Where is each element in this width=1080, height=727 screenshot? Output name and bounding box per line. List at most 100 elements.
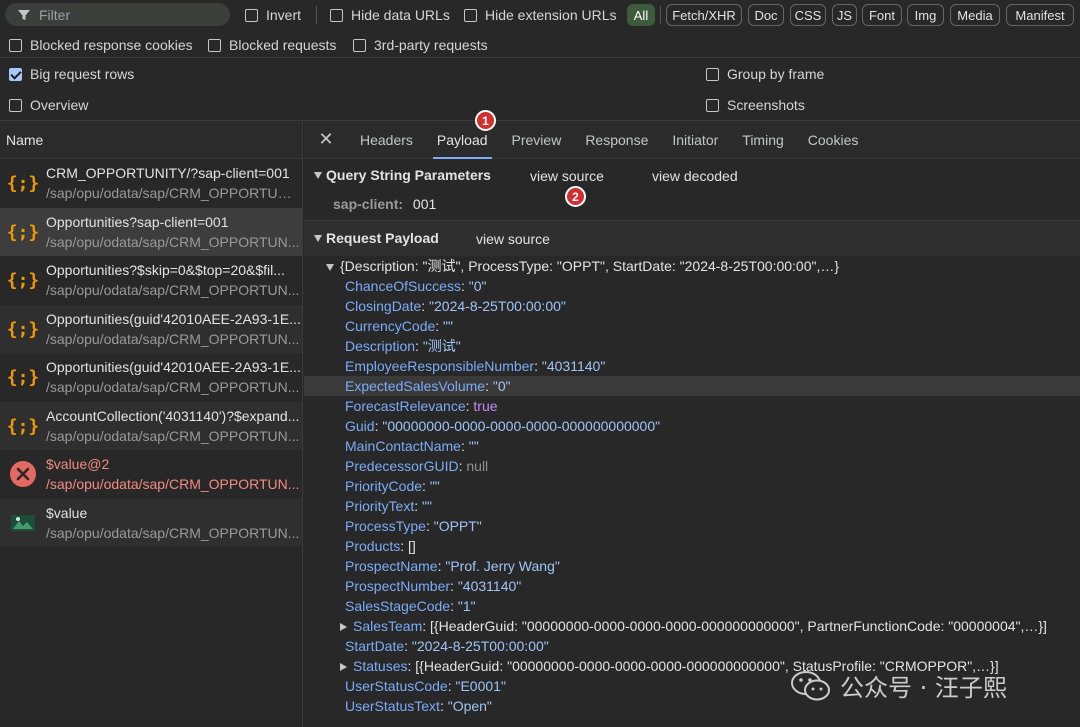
payload-key: EmployeeResponsibleNumber [345,358,535,374]
request-payload-section-header[interactable]: Request Payload [314,230,1080,246]
payload-key: MainContactName [345,438,461,454]
tab-headers[interactable]: Headers [348,121,425,159]
svg-text:{;}: {;} [8,222,38,243]
payload-value: null [466,458,489,474]
request-name: CRM_OPPORTUNITY/?sap-client=001 [46,165,290,182]
query-view-decoded-link[interactable]: view decoded [652,168,738,184]
big-request-rows-label: Big request rows [30,66,135,82]
payload-key: Statuses [353,658,408,674]
blocked-requests-checkbox[interactable]: Blocked requests [208,37,336,53]
payload-key: SalesStageCode [345,598,451,614]
payload-key: ProspectNumber [345,578,451,594]
request-row[interactable]: {;} CRM_OPPORTUNITY/?sap-client=001/sap/… [0,159,302,208]
query-param-key: sap-client: [333,196,404,212]
payload-key: PriorityText [345,498,415,514]
request-name: Opportunities?$skip=0&$top=20&$fil... [46,262,285,279]
request-name: Opportunities(guid'42010AEE-2A93-1E... [46,359,301,376]
expand-triangle-icon [314,171,322,179]
request-name: Opportunities(guid'42010AEE-2A93-1E... [46,310,301,327]
query-string-title: Query String Parameters [326,167,491,183]
third-party-requests-checkbox[interactable]: 3rd-party requests [353,37,488,53]
tab-initiator[interactable]: Initiator [660,121,730,159]
payload-field-employeeresponsiblenumber: EmployeeResponsibleNumber: "4031140" [345,358,606,374]
payload-field-forecastrelevance: ForecastRelevance: true [345,398,498,414]
payload-field-processtype: ProcessType: "OPPT" [345,518,482,534]
payload-root-object[interactable]: {Description: "测试", ProcessType: "OPPT",… [326,256,1056,276]
request-row-selected[interactable]: {;} Opportunities?sap-client=001/sap/opu… [0,207,302,256]
payload-value: "测试" [422,338,461,354]
type-filter-fetch-xhr[interactable]: Fetch/XHR [666,4,742,26]
name-column-header[interactable]: Name [0,121,302,159]
request-row[interactable]: {;} Opportunities?$skip=0&$top=20&$fil..… [0,256,302,305]
payload-key: SalesTeam [353,618,423,634]
payload-field-closingdate: ClosingDate: "2024-8-25T00:00:00" [345,298,566,314]
payload-value: "00000000-0000-0000-0000-000000000000" [382,418,661,434]
payload-field-currencycode: CurrencyCode: "" [345,318,453,334]
tab-preview[interactable]: Preview [500,121,574,159]
request-row[interactable]: {;} Opportunities(guid'42010AEE-2A93-1E.… [0,353,302,402]
type-filter-img[interactable]: Img [907,4,944,26]
type-filter-font[interactable]: Font [862,4,902,26]
request-payload-title: Request Payload [326,230,439,246]
request-path: /sap/opu/odata/sap/CRM_OPPORTUN... [46,330,300,347]
hide-data-urls-checkbox[interactable]: Hide data URLs [330,7,450,23]
tab-timing[interactable]: Timing [730,121,796,159]
invert-checkbox[interactable]: Invert [245,7,301,23]
query-view-source-link[interactable]: view source [530,168,604,184]
request-row[interactable]: {;} AccountCollection('4031140')?$expand… [0,401,302,450]
payload-field-maincontactname: MainContactName: "" [345,438,479,454]
request-path: /sap/opu/odata/sap/CRM_OPPORTUN... [46,233,300,250]
payload-key: Guid [345,418,375,434]
svg-text:{;}: {;} [8,416,38,437]
payload-view-source-link[interactable]: view source [476,231,550,247]
group-by-frame-checkbox[interactable]: Group by frame [706,66,824,82]
request-name: AccountCollection('4031140')?$expand... [46,407,300,424]
filter-input[interactable]: Filter [5,3,230,26]
request-name: Opportunities?sap-client=001 [46,213,229,230]
type-filter-media[interactable]: Media [950,4,1000,26]
close-icon[interactable]: ✕ [304,129,348,150]
type-filter-doc[interactable]: Doc [748,4,784,26]
payload-field-guid: Guid: "00000000-0000-0000-0000-000000000… [345,418,661,434]
payload-value: true [473,398,498,414]
request-row-error[interactable]: $value@2/sap/opu/odata/sap/CRM_OPPORTUN.… [0,450,302,499]
xhr-json-icon: {;} [8,411,38,441]
request-list: Name {;} CRM_OPPORTUNITY/?sap-client=001… [0,121,303,727]
xhr-json-icon: {;} [8,314,38,344]
request-filter-row: Blocked response cookies Blocked request… [0,30,1080,58]
payload-field-prospectnumber: ProspectNumber: "4031140" [345,578,522,594]
payload-field-salesteam[interactable]: SalesTeam: [{HeaderGuid: "00000000-0000-… [340,616,1070,636]
hide-extension-urls-checkbox[interactable]: Hide extension URLs [464,7,617,23]
payload-key: ChanceOfSuccess [345,278,461,294]
collapse-triangle-icon [340,623,347,631]
type-filter-js[interactable]: JS [832,4,857,26]
xhr-json-icon: {;} [8,168,38,198]
payload-value: "" [468,438,479,454]
payload-field-prospectname: ProspectName: "Prof. Jerry Wang" [345,558,560,574]
blocked-response-cookies-checkbox[interactable]: Blocked response cookies [9,37,193,53]
group-by-frame-label: Group by frame [727,66,825,82]
request-row[interactable]: $value/sap/opu/odata/sap/CRM_OPPORTUN... [0,498,302,547]
tab-cookies[interactable]: Cookies [796,121,871,159]
payload-key: Products [345,538,401,554]
screenshots-checkbox[interactable]: Screenshots [706,97,805,113]
request-path: /sap/opu/odata/sap/CRM_OPPORTUN... [46,379,300,396]
payload-summary: {Description: "测试", ProcessType: "OPPT",… [340,258,840,274]
request-path: /sap/opu/odata/sap/CRM_OPPORTUN... [46,282,300,299]
payload-value: "E0001" [455,678,506,694]
request-row[interactable]: {;} Opportunities(guid'42010AEE-2A93-1E.… [0,304,302,353]
type-filter-css[interactable]: CSS [790,4,826,26]
payload-field-expectedsalesvolume: ExpectedSalesVolume: "0" [304,376,1080,396]
wechat-icon [791,670,830,700]
payload-value: "" [422,498,432,514]
payload-field-products: Products: [] [345,538,416,554]
type-filter-manifest[interactable]: Manifest [1006,4,1074,26]
third-party-requests-label: 3rd-party requests [374,37,488,53]
request-detail-panel: ✕ Headers Payload Preview Response Initi… [304,110,1080,727]
type-filter-all[interactable]: All [627,4,655,26]
payload-field-prioritycode: PriorityCode: "" [345,478,440,494]
tab-response[interactable]: Response [573,121,660,159]
overview-checkbox[interactable]: Overview [9,97,88,113]
big-request-rows-checkbox[interactable]: Big request rows [9,66,134,82]
payload-value: "2024-8-25T00:00:00" [411,638,549,654]
